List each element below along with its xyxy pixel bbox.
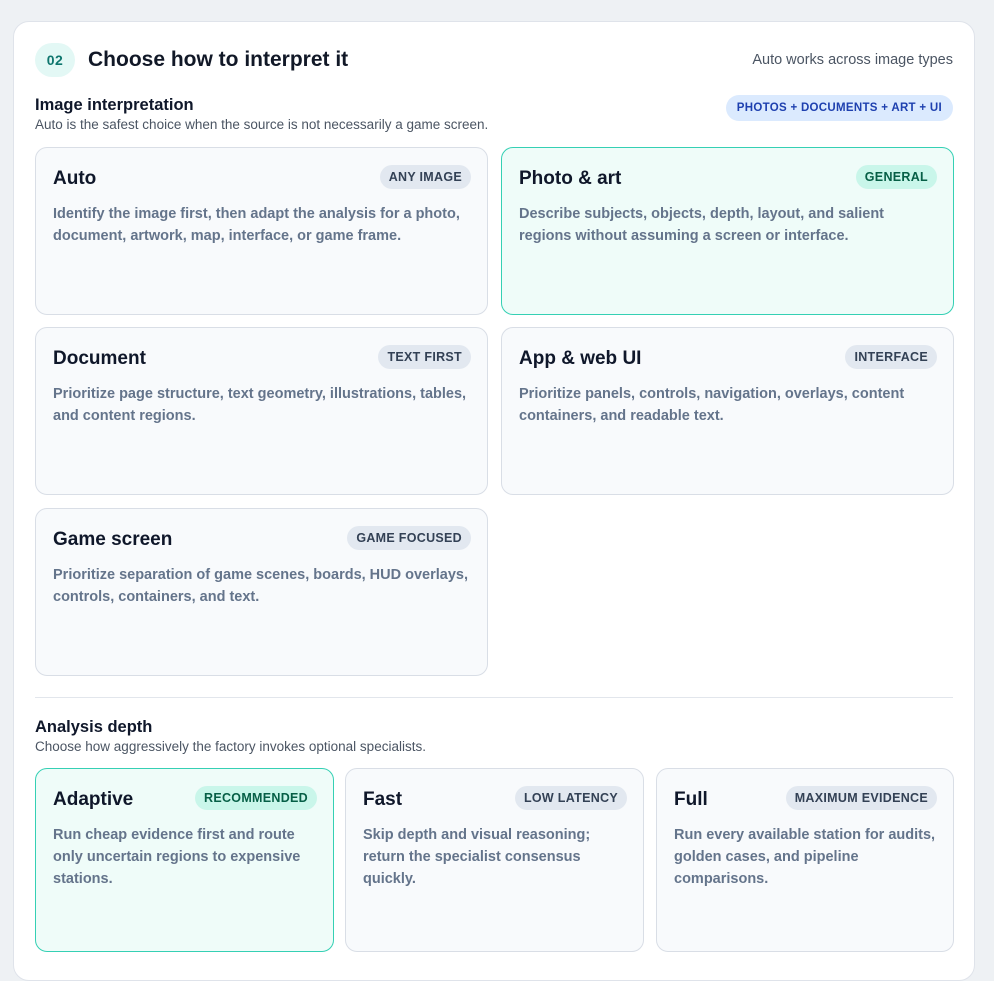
option-tag: INTERFACE	[845, 345, 937, 369]
option-title: Photo & art	[519, 168, 622, 189]
option-description: Run cheap evidence first and route only …	[53, 827, 301, 887]
depth-title: Analysis depth	[35, 718, 153, 736]
step-header: 02 Choose how to interpret it Auto works…	[35, 43, 953, 77]
option-description: Skip depth and visual reasoning; return …	[363, 827, 591, 887]
option-card-game-screen[interactable]: Game screen GAME FOCUSED Prioritize sepa…	[35, 508, 488, 676]
option-tag: GAME FOCUSED	[347, 526, 471, 550]
supported-types-badge: PHOTOS + DOCUMENTS + ART + UI	[725, 95, 953, 121]
option-title: Document	[53, 348, 146, 369]
option-description: Describe subjects, objects, depth, layou…	[519, 206, 885, 244]
option-title: Game screen	[53, 529, 173, 550]
depth-section-header: Analysis depth Choose how aggressively t…	[35, 717, 953, 755]
option-description: Prioritize page structure, text geometry…	[53, 386, 467, 424]
step-number-badge: 02	[35, 43, 75, 77]
depth-card-fast[interactable]: Fast LOW LATENCY Skip depth and visual r…	[345, 768, 644, 952]
option-title: Adaptive	[53, 789, 134, 810]
option-title: Auto	[53, 168, 97, 189]
depth-card-adaptive[interactable]: Adaptive RECOMMENDED Run cheap evidence …	[35, 768, 334, 952]
option-card-document[interactable]: Document TEXT FIRST Prioritize page stru…	[35, 327, 488, 495]
option-title: Fast	[363, 789, 403, 810]
option-tag: GENERAL	[855, 165, 937, 189]
option-tag: MAXIMUM EVIDENCE	[785, 786, 937, 810]
option-card-app-web-ui[interactable]: App & web UI INTERFACE Prioritize panels…	[501, 327, 954, 495]
option-description: Prioritize panels, controls, navigation,…	[519, 386, 905, 424]
option-description: Identify the image first, then adapt the…	[53, 206, 460, 244]
depth-subtitle: Choose how aggressively the factory invo…	[35, 739, 426, 754]
interpretation-panel: 02 Choose how to interpret it Auto works…	[13, 21, 975, 981]
page-title: Choose how to interpret it	[88, 48, 349, 71]
option-title: App & web UI	[519, 348, 642, 369]
option-card-photo-art[interactable]: Photo & art GENERAL Describe subjects, o…	[501, 147, 954, 315]
header-note: Auto works across image types	[752, 52, 953, 68]
option-tag: TEXT FIRST	[378, 345, 471, 369]
section-divider	[35, 697, 953, 698]
option-description: Run every available station for audits, …	[674, 827, 936, 887]
option-tag: ANY IMAGE	[379, 165, 471, 189]
depth-card-full[interactable]: Full MAXIMUM EVIDENCE Run every availabl…	[656, 768, 954, 952]
option-description: Prioritize separation of game scenes, bo…	[53, 567, 469, 605]
option-tag: RECOMMENDED	[195, 786, 317, 810]
option-title: Full	[674, 789, 708, 810]
option-card-auto[interactable]: Auto ANY IMAGE Identify the image first,…	[35, 147, 488, 315]
interpretation-section-header: Image interpretation Auto is the safest …	[35, 95, 953, 133]
option-tag: LOW LATENCY	[514, 786, 627, 810]
